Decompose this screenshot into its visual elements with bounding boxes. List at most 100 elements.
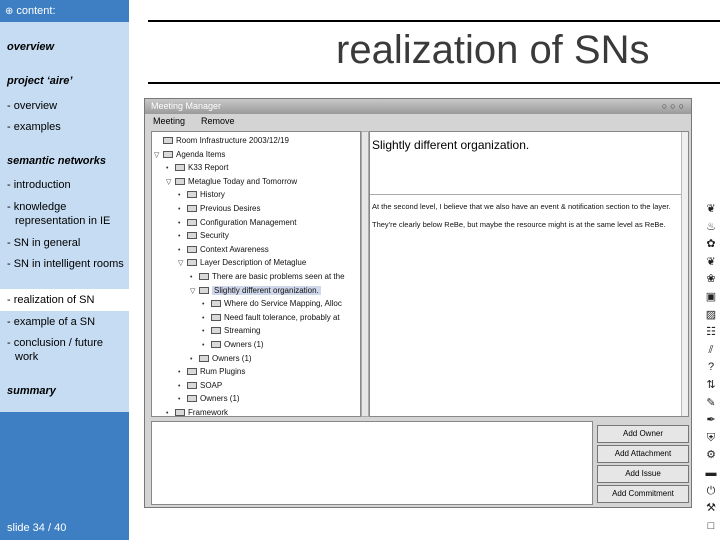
nav-item-realization-of-sn[interactable]: - realization of SN: [0, 289, 136, 311]
tree-node[interactable]: ▽ Agenda Items: [154, 148, 225, 161]
folder-icon: [211, 300, 221, 308]
notes-area[interactable]: [151, 421, 593, 505]
node-bullet-icon[interactable]: •: [178, 217, 187, 230]
tree-node[interactable]: • Configuration Management: [178, 216, 297, 229]
tree-node-label: Agenda Items: [176, 149, 226, 159]
folder-icon: [163, 150, 173, 158]
node-bullet-icon[interactable]: •: [166, 407, 175, 416]
nav-item-conclusion[interactable]: - conclusion / future work: [7, 336, 129, 364]
flower-icon[interactable]: ✿: [704, 237, 718, 251]
add-commitment-button[interactable]: Add Commitment: [597, 485, 689, 503]
tree-node-label: Security: [200, 231, 229, 241]
folder-icon: [211, 313, 221, 321]
node-bullet-icon[interactable]: •: [178, 393, 187, 406]
tree-node[interactable]: ▽ Metaglue Today and Tomorrow: [166, 175, 297, 188]
node-bullet-icon[interactable]: •: [202, 298, 211, 311]
add-owner-button[interactable]: Add Owner: [597, 425, 689, 443]
node-bullet-icon[interactable]: •: [178, 380, 187, 393]
nav-item-sn-in-intelligent-rooms[interactable]: - SN in intelligent rooms: [7, 257, 129, 271]
nav-item-examples[interactable]: - examples: [7, 120, 129, 134]
node-bullet-icon[interactable]: •: [178, 366, 187, 379]
tree-node[interactable]: • Need fault tolerance, probably at: [202, 311, 340, 324]
question-icon[interactable]: ?: [704, 360, 718, 374]
minimize-icon[interactable]: ○: [662, 101, 670, 111]
tree-scrollbar[interactable]: [361, 131, 369, 417]
tree-node[interactable]: • Context Awareness: [178, 243, 269, 256]
node-bullet-icon[interactable]: •: [190, 271, 199, 284]
pen-icon[interactable]: ✒: [704, 413, 718, 427]
circle-plus-icon: ⊕: [5, 6, 14, 17]
nav-item-project-overview[interactable]: - overview: [7, 99, 129, 113]
tree-node[interactable]: • Rum Plugins: [178, 365, 245, 378]
tree-node[interactable]: • There are basic problems seen at the: [190, 270, 345, 283]
expand-toggle-icon[interactable]: ▽: [178, 257, 187, 270]
tree-node[interactable]: ▽ Slightly different organization.: [190, 284, 321, 297]
tree-node[interactable]: • History: [178, 188, 225, 201]
folder-icon: [175, 409, 185, 416]
close-icon[interactable]: ○: [679, 101, 687, 111]
maximize-icon[interactable]: ○: [670, 101, 678, 111]
folder-icon: [187, 205, 197, 212]
nav-item-knowledge-representation[interactable]: - knowledge representation in IE: [7, 200, 129, 228]
tree-node[interactable]: Room Infrastructure 2003/12/19: [154, 134, 289, 147]
tree-node[interactable]: • Previous Desires: [178, 202, 260, 215]
nav-item-semantic-networks[interactable]: semantic networks: [7, 154, 127, 168]
add-attachment-button[interactable]: Add Attachment: [597, 445, 689, 463]
nav-item-sn-in-general[interactable]: - SN in general: [7, 236, 129, 250]
window-titlebar[interactable]: Meeting Manager ○○○: [145, 99, 691, 114]
power-icon[interactable]: ⏻: [704, 484, 718, 498]
menu-meeting[interactable]: Meeting: [153, 116, 185, 126]
node-bullet-icon[interactable]: •: [202, 339, 211, 352]
detail-scrollbar[interactable]: [681, 132, 688, 416]
gear-icon[interactable]: ⚙: [704, 448, 718, 462]
nav-item-example-of-sn[interactable]: - example of a SN: [7, 315, 129, 329]
tree-node-label: Owners (1): [212, 353, 252, 363]
leaf-icon[interactable]: ❦: [704, 202, 718, 216]
display-icon[interactable]: □: [704, 519, 718, 533]
tree-node[interactable]: • Owners (1): [178, 392, 240, 405]
arrows-icon[interactable]: ⇅: [704, 378, 718, 392]
node-bullet-icon[interactable]: •: [178, 244, 187, 257]
nav-item-overview[interactable]: overview: [7, 40, 127, 54]
node-bullet-icon[interactable]: •: [178, 203, 187, 216]
shell-icon[interactable]: ❀: [704, 272, 718, 286]
add-issue-button[interactable]: Add Issue: [597, 465, 689, 483]
tree-node[interactable]: • Security: [178, 229, 229, 242]
node-bullet-icon[interactable]: •: [202, 325, 211, 338]
tree-node[interactable]: • Owners (1): [202, 338, 264, 351]
tree-node[interactable]: • Framework: [166, 406, 228, 416]
tree-node[interactable]: • Where do Service Mapping, Alloc: [202, 297, 342, 310]
node-bullet-icon[interactable]: •: [178, 230, 187, 243]
image-icon[interactable]: ▨: [704, 308, 718, 322]
chart-icon[interactable]: ⫽: [704, 343, 718, 357]
tree-node-label: Configuration Management: [200, 217, 297, 227]
node-bullet-icon[interactable]: •: [178, 189, 187, 202]
nav-item-introduction[interactable]: - introduction: [7, 178, 129, 192]
nav-item-summary[interactable]: summary: [7, 384, 127, 398]
folder-icon: [211, 327, 221, 335]
node-bullet-icon[interactable]: •: [190, 353, 199, 366]
tree-node[interactable]: • SOAP: [178, 379, 222, 392]
tree-node[interactable]: • K33 Report: [166, 161, 228, 174]
node-bullet-icon[interactable]: •: [202, 312, 211, 325]
folder-icon: [175, 177, 185, 185]
folder-icon[interactable]: ▬: [704, 466, 718, 480]
nav-item-project-aire[interactable]: project ‘aire’: [7, 74, 127, 88]
expand-toggle-icon[interactable]: ▽: [190, 285, 199, 298]
node-bullet-icon[interactable]: •: [166, 162, 175, 175]
expand-toggle-icon[interactable]: ▽: [154, 149, 163, 162]
detail-pane: Slightly different organization. At the …: [369, 131, 689, 417]
edit-icon[interactable]: ✎: [704, 396, 718, 410]
document-icon[interactable]: ☷: [704, 325, 718, 339]
tool-icon[interactable]: ⚒: [704, 501, 718, 515]
window-icon[interactable]: ▣: [704, 290, 718, 304]
flame-icon[interactable]: ♨: [704, 220, 718, 234]
shield-icon[interactable]: ⛨: [704, 431, 718, 445]
leaf-icon[interactable]: ❦: [704, 255, 718, 269]
expand-toggle-icon[interactable]: ▽: [166, 176, 175, 189]
tree-node[interactable]: • Streaming: [202, 324, 260, 337]
tree-node[interactable]: • Owners (1): [190, 352, 252, 365]
tree-node[interactable]: ▽ Layer Description of Metaglue: [178, 256, 306, 269]
folder-icon: [187, 368, 197, 376]
menu-remove[interactable]: Remove: [201, 116, 235, 126]
